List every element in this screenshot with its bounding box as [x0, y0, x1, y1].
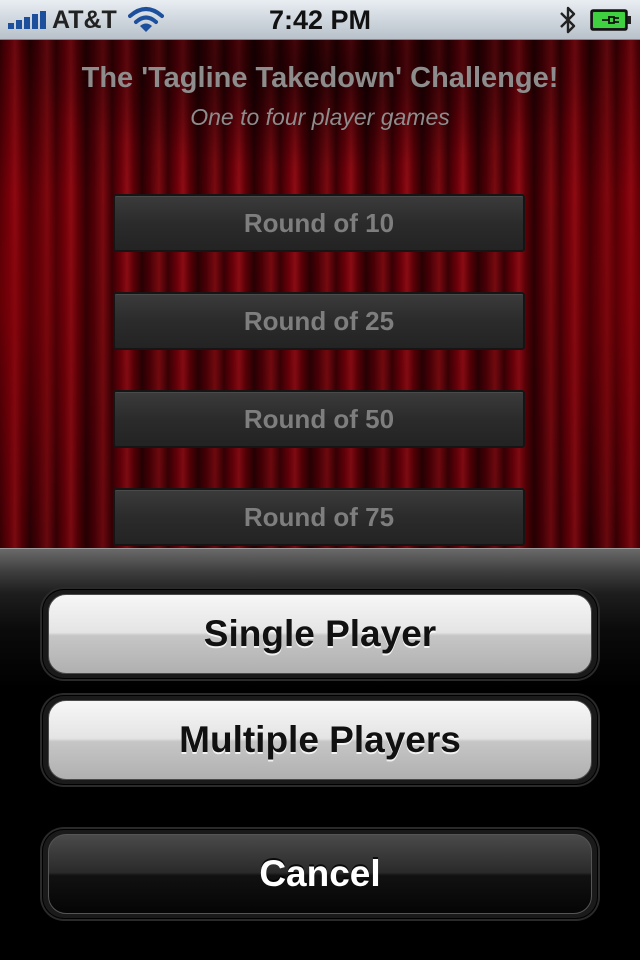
single-player-button-frame: Single Player: [42, 589, 598, 679]
round-of-25-button[interactable]: Round of 25: [113, 292, 525, 350]
round-of-50-button[interactable]: Round of 50: [113, 390, 525, 448]
app-screen: AT&T 7:42 PM The 'Tagline Takedown' Chal…: [0, 0, 640, 960]
page-subtitle: One to four player games: [190, 104, 450, 130]
multiple-players-button-frame: Multiple Players: [42, 695, 598, 785]
status-bar: AT&T 7:42 PM: [0, 0, 640, 40]
single-player-button[interactable]: Single Player: [48, 594, 592, 674]
cancel-button[interactable]: Cancel: [48, 834, 592, 914]
multiple-players-button[interactable]: Multiple Players: [48, 700, 592, 780]
curtain-background: The 'Tagline Takedown' Challenge! One to…: [0, 40, 640, 548]
status-time: 7:42 PM: [268, 5, 372, 35]
round-of-75-button[interactable]: Round of 75: [113, 488, 525, 546]
bluetooth-icon: [560, 6, 576, 34]
battery-charging-icon: [590, 9, 631, 31]
action-sheet: Single Player Multiple Players Cancel: [0, 548, 640, 960]
page-title: The 'Tagline Takedown' Challenge!: [81, 62, 559, 94]
round-of-10-button[interactable]: Round of 10: [113, 194, 525, 252]
cancel-button-frame: Cancel: [42, 829, 598, 919]
